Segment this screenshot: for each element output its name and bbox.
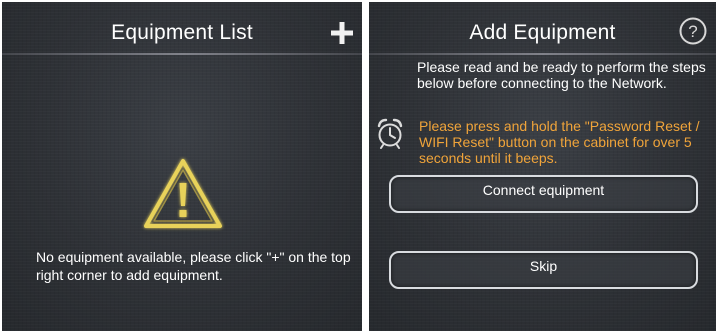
header-divider	[369, 53, 716, 55]
empty-state-message: No equipment available, please click "+"…	[36, 249, 351, 283]
skip-button[interactable]: Skip	[389, 251, 698, 289]
header-divider	[2, 53, 362, 55]
connect-equipment-button[interactable]: Connect equipment	[389, 175, 698, 213]
page-title: Add Equipment	[469, 21, 616, 44]
svg-text:?: ?	[688, 22, 697, 41]
page-title: Equipment List	[111, 21, 253, 44]
add-equipment-screen: Add Equipment ? Please read and be ready…	[369, 2, 716, 331]
question-circle-icon[interactable]: ?	[678, 16, 708, 46]
instructions-text: Please read and be ready to perform the …	[417, 59, 706, 91]
equipment-list-screen: Equipment List No equipment available, p…	[2, 2, 362, 331]
reset-warning-text: Please press and hold the "Password Rese…	[419, 118, 700, 166]
connect-equipment-label: Connect equipment	[482, 182, 605, 198]
skip-label: Skip	[529, 258, 558, 274]
plus-icon[interactable]	[330, 21, 354, 45]
warning-triangle-icon	[144, 159, 222, 228]
alarm-clock-icon	[377, 118, 403, 149]
